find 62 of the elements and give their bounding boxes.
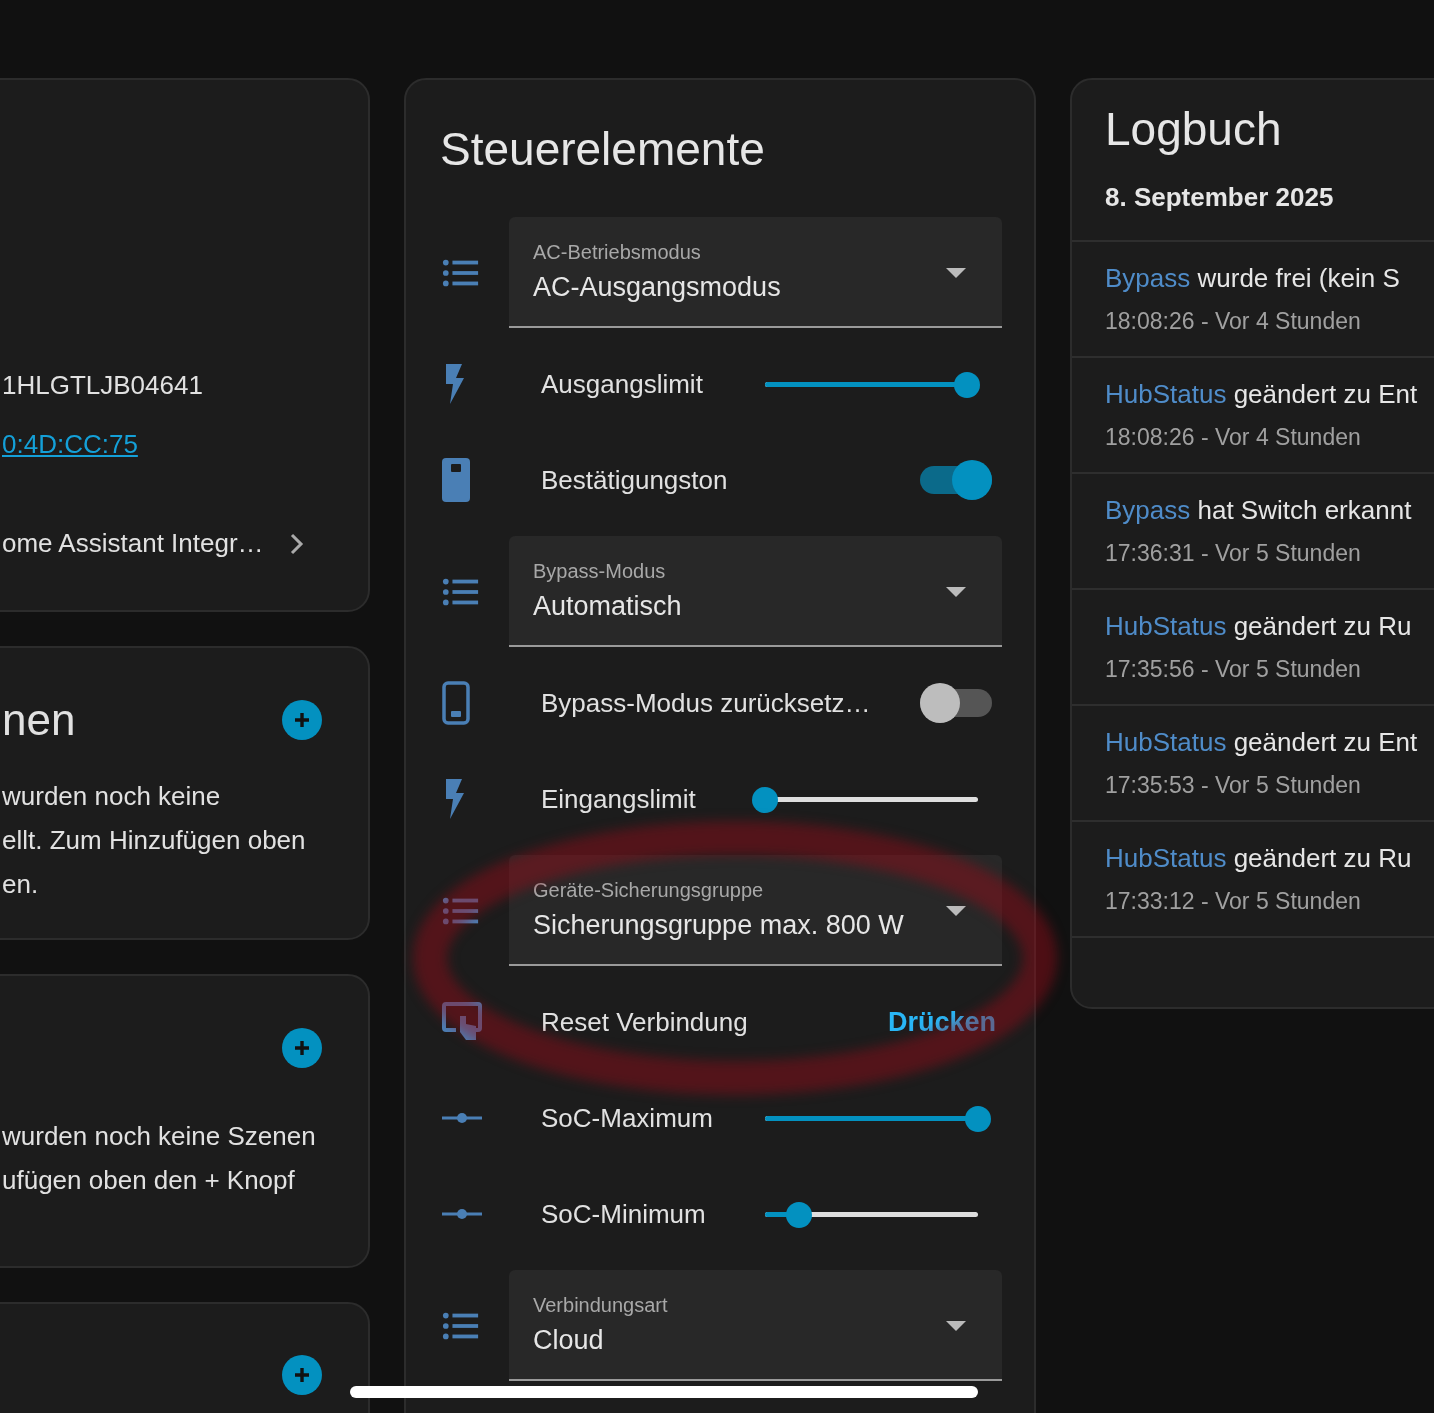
log-message: HubStatus geändert zu Ent (1105, 379, 1419, 410)
phone-icon (442, 681, 470, 725)
card-title: nen (2, 695, 76, 745)
control-label: SoC-Minimum (541, 1198, 707, 1230)
slider-thumb[interactable] (752, 786, 778, 813)
remote-icon (442, 458, 470, 502)
log-time: 18:08:26 - Vor 4 Stunden (1105, 424, 1362, 451)
slider-thumb[interactable] (786, 1201, 813, 1228)
control-label: SoC-Maximum (541, 1102, 714, 1134)
serial-number: 1HLGTLJB04641 (2, 370, 204, 401)
control-label: Reset Verbindung (541, 1006, 749, 1038)
plus-icon (292, 1365, 312, 1385)
log-time: 17:36:31 - Vor 5 Stunden (1105, 540, 1362, 567)
slider-thumb[interactable] (954, 371, 981, 398)
empty-message-line: ellt. Zum Hinzufügen oben (2, 824, 307, 857)
slider-thumb[interactable] (965, 1105, 991, 1132)
list-icon (442, 895, 480, 926)
card-title: Logbuch (1104, 102, 1283, 157)
control-label: Bypass-Modus zurücksetz… (541, 687, 872, 719)
select-field[interactable]: Geräte-Sicherungsgruppe Sicherungsgruppe max. 800 W (509, 855, 1002, 966)
log-message: Bypass hat Switch erkannt (1105, 495, 1413, 526)
slider-icon (442, 1208, 482, 1220)
empty-message-line: ufügen oben den + Knopf (2, 1164, 296, 1197)
select-field[interactable]: Bypass-Modus Automatisch (509, 536, 1002, 647)
add-button[interactable] (282, 1028, 322, 1068)
toggle-switch[interactable] (920, 460, 992, 500)
toggle-switch[interactable] (920, 683, 992, 723)
chevron-right-icon (289, 532, 304, 555)
add-button[interactable] (282, 1355, 322, 1395)
press-button[interactable]: Drücken (887, 1006, 996, 1038)
add-button[interactable] (282, 700, 322, 740)
log-message: HubStatus geändert zu Ru (1105, 611, 1413, 642)
list-icon (442, 257, 480, 288)
log-time: 17:33:12 - Vor 5 Stunden (1105, 888, 1362, 915)
log-message: Bypass wurde frei (kein S (1105, 263, 1401, 294)
caret-icon (946, 587, 966, 597)
plus-icon (292, 1038, 312, 1058)
control-label: Bestätigungston (541, 464, 729, 496)
log-message: HubStatus geändert zu Ru (1105, 843, 1413, 874)
card-title: Steuerelemente (440, 122, 766, 177)
touch-screen-icon (442, 1002, 482, 1042)
log-time: 17:35:56 - Vor 5 Stunden (1105, 656, 1362, 683)
empty-message-line: wurden noch keine Szenen (2, 1120, 317, 1153)
slider-icon (442, 1112, 482, 1124)
log-time: 17:35:53 - Vor 5 Stunden (1105, 772, 1362, 799)
select-field[interactable]: AC-Betriebsmodus AC-Ausgangsmodus (509, 217, 1002, 328)
empty-message-line: en. (2, 868, 40, 901)
list-icon (442, 576, 480, 607)
caret-icon (946, 1321, 966, 1331)
integration-link[interactable]: ome Assistant Integr… (2, 528, 264, 559)
control-label: Eingangslimit (541, 783, 697, 815)
select-field[interactable]: Verbindungsart Cloud (509, 1270, 1002, 1381)
plus-icon (292, 710, 312, 730)
control-label: Ausgangslimit (541, 368, 704, 400)
log-message: HubStatus geändert zu Ent (1105, 727, 1419, 758)
log-time: 18:08:26 - Vor 4 Stunden (1105, 308, 1362, 335)
list-icon (442, 1310, 480, 1341)
caret-icon (946, 268, 966, 278)
caret-icon (946, 906, 966, 916)
empty-message-line: wurden noch keine (2, 780, 222, 813)
date-heading: 8. September 2025 (1104, 182, 1335, 214)
mac-address-link[interactable]: 0:4D:CC:75 (2, 429, 368, 460)
